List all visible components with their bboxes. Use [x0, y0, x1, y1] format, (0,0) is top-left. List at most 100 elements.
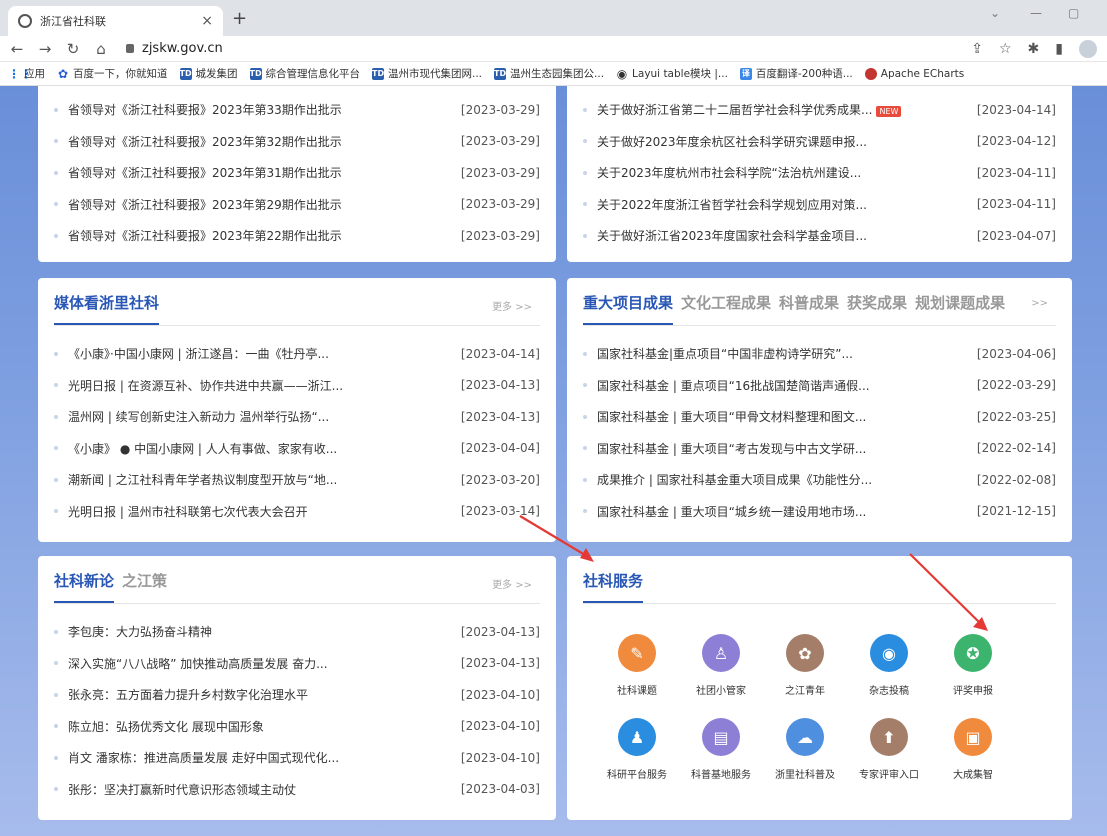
list-item[interactable]: 张永亮：五方面着力提升乡村数字化治理水平 [2023-04-10] [54, 679, 540, 711]
list-item[interactable]: 国家社科基金 | 重点项目“16批战国楚简谐声通假... [2022-03-29] [583, 370, 1056, 402]
bookmark-item[interactable]: ✿ 百度一下，你就知道 [57, 66, 168, 81]
item-title[interactable]: 关于2022年度浙江省哲学社会科学规划应用对策... [597, 196, 967, 213]
list-item[interactable]: 陈立旭：弘扬优秀文化 展现中国形象 [2023-04-10] [54, 711, 540, 743]
media-more-link[interactable]: 更多 >> [492, 298, 532, 313]
item-title[interactable]: 国家社科基金 | 重点项目“16批战国楚简谐声通假... [597, 377, 967, 394]
item-title[interactable]: 省领导对《浙江社科要报》2023年第33期作出批示 [68, 101, 451, 118]
item-title[interactable]: 国家社科基金 | 重大项目“甲骨文材料整理和图文... [597, 408, 967, 425]
minimize-icon[interactable]: — [1030, 6, 1042, 20]
list-item[interactable]: 国家社科基金 | 重大项目“考古发现与中古文学研... [2022-02-14] [583, 433, 1056, 465]
forward-icon[interactable]: → [38, 40, 52, 58]
service-item[interactable]: ⬆ 专家评审入口 [849, 718, 929, 781]
item-title[interactable]: 成果推介 | 国家社科基金重大项目成果《功能性分... [597, 471, 967, 488]
list-item[interactable]: 《小康》·中国小康网 | 浙江遂昌：一曲《牡丹亭... [2023-04-14] [54, 338, 540, 370]
item-title[interactable]: 《小康》·中国小康网 | 浙江遂昌：一曲《牡丹亭... [68, 345, 451, 362]
item-title[interactable]: 潮新闻 | 之江社科青年学者热议制度型开放与“地... [68, 471, 451, 488]
commentary-more-link[interactable]: 更多 >> [492, 576, 532, 591]
list-item[interactable]: 李包庚：大力弘扬奋斗精神 [2023-04-13] [54, 616, 540, 648]
bookmark-item[interactable]: ◉ Layui table模块 |... [616, 66, 728, 81]
bookmark-item[interactable]: 译百度翻译-200种语... [739, 66, 853, 81]
list-item[interactable]: 国家社科基金 | 重大项目“甲骨文材料整理和图文... [2022-03-25] [583, 401, 1056, 433]
back-icon[interactable]: ← [10, 40, 24, 58]
item-title[interactable]: 张永亮：五方面着力提升乡村数字化治理水平 [68, 686, 451, 703]
service-item[interactable]: ♙ 社团小管家 [681, 634, 761, 697]
service-item[interactable]: ☁ 浙里社科普及 [765, 718, 845, 781]
list-item[interactable]: 潮新闻 | 之江社科青年学者热议制度型开放与“地... [2023-03-20] [54, 464, 540, 496]
bookmark-item[interactable]: TD 综合管理信息化平台 [249, 66, 360, 81]
tab-commentary-1[interactable]: 之江策 [122, 570, 167, 601]
address-bar[interactable]: zjskw.gov.cn [126, 41, 223, 56]
list-item[interactable]: 《小康》 ● 中国小康网 | 人人有事做、家家有收... [2023-04-04] [54, 433, 540, 465]
list-item[interactable]: 省领导对《浙江社科要报》2023年第29期作出批示 [2023-03-29] [54, 189, 540, 221]
list-item[interactable]: 成果推介 | 国家社科基金重大项目成果《功能性分... [2022-02-08] [583, 464, 1056, 496]
bookmark-item[interactable]: TD 温州生态园集团公... [494, 66, 604, 81]
bookmark-star-icon[interactable]: ☆ [999, 41, 1012, 57]
list-item[interactable]: 肖文 潘家栋：推进高质量发展 走好中国式现代化... [2023-04-10] [54, 742, 540, 774]
list-item[interactable]: 省领导对《浙江社科要报》2023年第22期作出批示 [2023-03-29] [54, 220, 540, 252]
list-item[interactable]: 省领导对《浙江社科要报》2023年第33期作出批示 [2023-03-29] [54, 94, 540, 126]
service-item[interactable]: ▤ 科普基地服务 [681, 718, 761, 781]
profile-avatar[interactable] [1079, 39, 1097, 58]
item-title[interactable]: 陈立旭：弘扬优秀文化 展现中国形象 [68, 718, 451, 735]
list-item[interactable]: 关于2022年度浙江省哲学社会科学规划应用对策... [2023-04-11] [583, 189, 1056, 221]
service-item[interactable]: ♟ 科研平台服务 [597, 718, 677, 781]
list-item[interactable]: 张彤：坚决打赢新时代意识形态领域主动仗 [2023-04-03] [54, 774, 540, 806]
media-title[interactable]: 媒体看浙里社科 [54, 292, 160, 325]
bookmark-item[interactable]: TD 城发集团 [179, 66, 238, 81]
service-item[interactable]: ✪ 评奖申报 [933, 634, 1013, 697]
share-icon[interactable]: ⇪ [971, 41, 983, 57]
item-title[interactable]: 张彤：坚决打赢新时代意识形态领域主动仗 [68, 781, 451, 798]
tab-results-4[interactable]: 规划课题成果 [915, 292, 1005, 323]
item-title[interactable]: 省领导对《浙江社科要报》2023年第31期作出批示 [68, 164, 451, 181]
list-item[interactable]: 国家社科基金 | 重大项目“城乡统一建设用地市场... [2021-12-15] [583, 496, 1056, 528]
tab-results-2[interactable]: 科普成果 [779, 292, 839, 323]
tab-results-3[interactable]: 获奖成果 [847, 292, 907, 323]
item-title[interactable]: 李包庚：大力弘扬奋斗精神 [68, 623, 451, 640]
sidepanel-icon[interactable]: ▮ [1055, 41, 1063, 57]
item-title[interactable]: 光明日报 | 温州市社科联第七次代表大会召开 [68, 503, 451, 520]
bookmark-item[interactable]: ⋮⋮ 应用 [8, 66, 45, 81]
item-title[interactable]: 温州网 | 续写创新史注入新动力 温州举行弘扬“... [68, 408, 451, 425]
browser-tab[interactable]: 浙江省社科联 × [8, 6, 223, 36]
reload-icon[interactable]: ↻ [66, 40, 80, 58]
item-title[interactable]: 关于2023年度杭州市社会科学院“法治杭州建设... [597, 164, 967, 181]
list-item[interactable]: 温州网 | 续写创新史注入新动力 温州举行弘扬“... [2023-04-13] [54, 401, 540, 433]
home-icon[interactable]: ⌂ [94, 40, 108, 58]
list-item[interactable]: 光明日报 | 在资源互补、协作共进中共赢——浙江... [2023-04-13] [54, 370, 540, 402]
item-title[interactable]: 关于做好浙江省第二十二届哲学社会科学优秀成果... NEW [597, 101, 967, 118]
item-title[interactable]: 光明日报 | 在资源互补、协作共进中共赢——浙江... [68, 377, 451, 394]
item-title[interactable]: 省领导对《浙江社科要报》2023年第32期作出批示 [68, 133, 451, 150]
maximize-icon[interactable]: ▢ [1068, 6, 1079, 20]
service-item[interactable]: ▣ 大成集智 [933, 718, 1013, 781]
service-item[interactable]: ✿ 之江青年 [765, 634, 845, 697]
new-tab-icon[interactable]: + [232, 8, 247, 29]
item-title[interactable]: 《小康》 ● 中国小康网 | 人人有事做、家家有收... [68, 440, 451, 457]
item-title[interactable]: 肖文 潘家栋：推进高质量发展 走好中国式现代化... [68, 749, 451, 766]
tab-results-0[interactable]: 重大项目成果 [583, 292, 674, 325]
item-title[interactable]: 省领导对《浙江社科要报》2023年第29期作出批示 [68, 196, 451, 213]
list-item[interactable]: 光明日报 | 温州市社科联第七次代表大会召开 [2023-03-14] [54, 496, 540, 528]
tab-commentary-0[interactable]: 社科新论 [54, 570, 115, 603]
item-title[interactable]: 国家社科基金 | 重大项目“城乡统一建设用地市场... [597, 503, 967, 520]
item-title[interactable]: 省领导对《浙江社科要报》2023年第22期作出批示 [68, 227, 451, 244]
tab-close-icon[interactable]: × [201, 13, 213, 29]
item-title[interactable]: 关于做好浙江省2023年度国家社会科学基金项目... [597, 227, 967, 244]
list-item[interactable]: 省领导对《浙江社科要报》2023年第32期作出批示 [2023-03-29] [54, 126, 540, 158]
list-item[interactable]: 省领导对《浙江社科要报》2023年第31期作出批示 [2023-03-29] [54, 157, 540, 189]
item-title[interactable]: 国家社科基金|重点项目“中国非虚构诗学研究”... [597, 345, 967, 362]
bookmark-item[interactable]: TD 温州市现代集团网... [372, 66, 482, 81]
item-title[interactable]: 深入实施“八八战略” 加快推动高质量发展 奋力... [68, 655, 451, 672]
list-item[interactable]: 关于做好浙江省第二十二届哲学社会科学优秀成果... NEW [2023-04-14] [583, 94, 1056, 126]
extensions-icon[interactable]: ✱ [1028, 41, 1040, 57]
tab-results-1[interactable]: 文化工程成果 [681, 292, 771, 323]
list-item[interactable]: 深入实施“八八战略” 加快推动高质量发展 奋力... [2023-04-13] [54, 648, 540, 680]
item-title[interactable]: 关于做好2023年度余杭区社会科学研究课题申报... [597, 133, 967, 150]
list-item[interactable]: 国家社科基金|重点项目“中国非虚构诗学研究”... [2023-04-06] [583, 338, 1056, 370]
item-title[interactable]: 国家社科基金 | 重大项目“考古发现与中古文学研... [597, 440, 967, 457]
list-item[interactable]: 关于做好浙江省2023年度国家社会科学基金项目... [2023-04-07] [583, 220, 1056, 252]
tab-search-icon[interactable]: ⌄ [990, 6, 1000, 20]
bookmark-item[interactable]: Apache ECharts [864, 67, 964, 80]
service-item[interactable]: ✎ 社科课题 [597, 634, 677, 697]
service-item[interactable]: ◉ 杂志投稿 [849, 634, 929, 697]
list-item[interactable]: 关于2023年度杭州市社会科学院“法治杭州建设... [2023-04-11] [583, 157, 1056, 189]
